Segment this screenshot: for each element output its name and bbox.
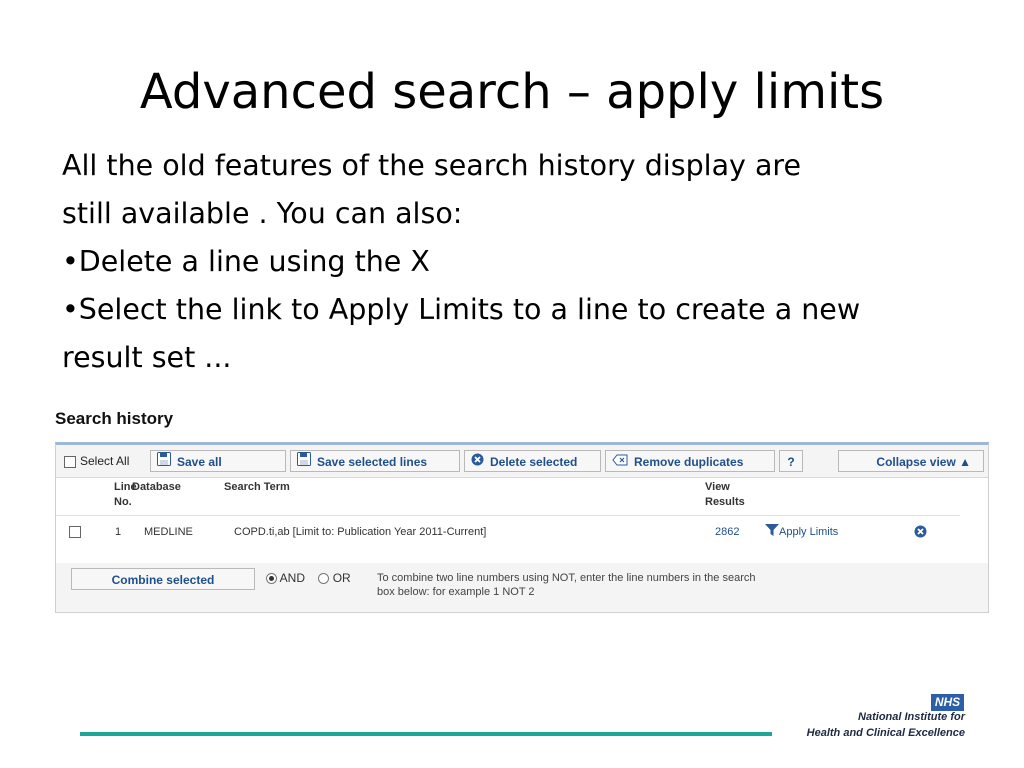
floppy-disk-icon xyxy=(297,451,311,472)
row-checkbox[interactable] xyxy=(69,526,81,538)
or-label: OR xyxy=(332,571,351,585)
search-history-toolbar: Select All Save all Save selected lines … xyxy=(56,445,988,478)
row-results-link[interactable]: 2862 xyxy=(715,525,739,539)
row-line-number: 1 xyxy=(115,526,122,538)
save-all-label: Save all xyxy=(177,454,222,469)
organisation-name: Health and Clinical Excellence xyxy=(806,727,965,739)
column-header-view-top: View xyxy=(705,481,730,493)
and-label: AND xyxy=(279,571,306,585)
remove-duplicates-label: Remove duplicates xyxy=(634,454,744,469)
footer-accent-line xyxy=(80,732,772,736)
row-divider xyxy=(56,515,960,516)
bullet-delete-line: •Delete a line using the X xyxy=(62,245,430,278)
bullet-apply-limits: •Select the link to Apply Limits to a li… xyxy=(62,293,861,326)
remove-duplicates-button[interactable]: Remove duplicates xyxy=(605,450,775,472)
combine-note: To combine two line numbers using NOT, e… xyxy=(377,571,755,599)
delete-selected-label: Delete selected xyxy=(490,454,578,469)
or-radio[interactable] xyxy=(318,573,330,585)
organisation-name: National Institute for xyxy=(858,711,965,723)
combine-note-line: To combine two line numbers using NOT, e… xyxy=(377,572,756,584)
combine-note-line: box below: for example 1 NOT 2 xyxy=(377,586,535,598)
body-text-line: still available . You can also: xyxy=(62,197,463,230)
checkbox-icon xyxy=(64,455,76,468)
slide-body: All the old features of the search histo… xyxy=(62,142,982,382)
filter-icon xyxy=(765,524,779,540)
combine-operator-group: AND OR xyxy=(266,571,351,585)
collapse-view-label: Collapse view ▲ xyxy=(876,454,971,469)
row-database: MEDLINE xyxy=(144,526,193,538)
column-header-database: Database xyxy=(132,481,181,493)
combine-bar: Combine selected AND OR To combine two l… xyxy=(56,563,988,612)
nhs-logo: NHS xyxy=(931,694,964,711)
column-header-search-term: Search Term xyxy=(224,481,290,493)
select-all-checkbox[interactable]: Select All xyxy=(64,454,129,468)
column-header-view-bottom: Results xyxy=(705,496,745,508)
save-all-button[interactable]: Save all xyxy=(150,450,286,472)
collapse-view-button[interactable]: Collapse view ▲ xyxy=(838,450,984,472)
apply-limits-link[interactable]: Apply Limits xyxy=(765,524,838,540)
search-history-title: Search history xyxy=(55,409,174,428)
search-history-panel: Select All Save all Save selected lines … xyxy=(55,442,989,613)
close-circle-icon xyxy=(471,452,484,472)
slide-title: Advanced search – apply limits xyxy=(139,64,885,120)
body-text-line: All the old features of the search histo… xyxy=(62,149,802,182)
eraser-icon xyxy=(612,452,628,472)
save-selected-lines-label: Save selected lines xyxy=(317,454,428,469)
column-header-line-bottom: No. xyxy=(114,496,132,508)
and-radio[interactable] xyxy=(266,573,277,585)
row-search-term: COPD.ti,ab [Limit to: Publication Year 2… xyxy=(234,526,487,538)
select-all-label: Select All xyxy=(80,454,130,468)
save-selected-lines-button[interactable]: Save selected lines xyxy=(290,450,460,472)
floppy-disk-icon xyxy=(157,451,171,472)
help-button[interactable]: ? xyxy=(779,450,803,472)
combine-selected-label: Combine selected xyxy=(111,572,215,587)
combine-selected-button[interactable]: Combine selected xyxy=(71,568,255,590)
apply-limits-label: Apply Limits xyxy=(779,525,839,538)
bullet-apply-limits-cont: result set ... xyxy=(62,341,232,374)
delete-line-icon[interactable] xyxy=(914,525,927,543)
help-icon: ? xyxy=(787,454,795,469)
column-header-view-results: View Results xyxy=(705,480,745,510)
delete-selected-button[interactable]: Delete selected xyxy=(464,450,601,472)
